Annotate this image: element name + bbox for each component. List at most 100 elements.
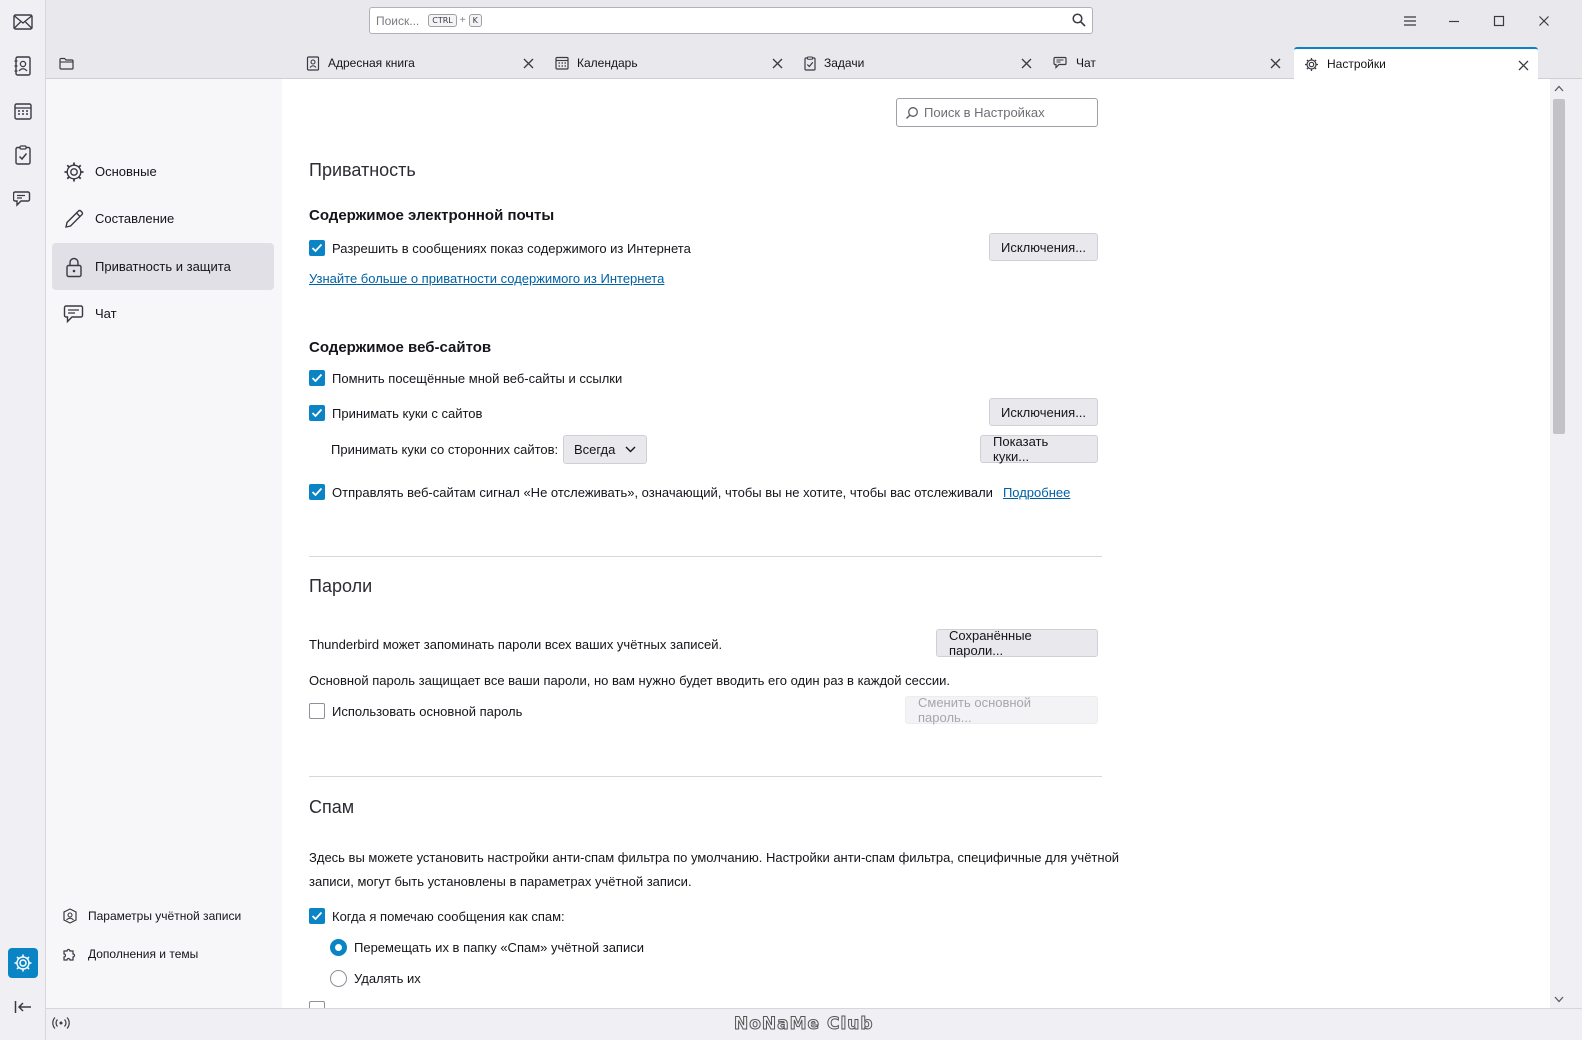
title-bar: Поиск... CTRL + K: [46, 0, 1582, 43]
privacy-heading: Приватность: [309, 160, 416, 180]
minimize-icon: [1448, 15, 1460, 27]
close-tab-icon[interactable]: [1516, 58, 1530, 72]
tab-label: Адресная книга: [328, 56, 415, 70]
third-party-cookies-select[interactable]: Всегда: [563, 435, 648, 464]
tasks-space-button[interactable]: [8, 140, 38, 170]
close-tab-icon[interactable]: [1268, 56, 1282, 70]
move-to-spam-radio[interactable]: Перемещать их в папку «Спам» учётной зап…: [330, 939, 644, 956]
tab-tasks[interactable]: Задачи: [794, 47, 1041, 79]
account-icon: [60, 908, 80, 924]
radio-selected[interactable]: [330, 939, 347, 956]
settings-content: Основные Составление Приватность и защит…: [46, 79, 1550, 1017]
gear-icon: [1304, 57, 1319, 72]
category-label: Чат: [95, 306, 117, 321]
vertical-scrollbar[interactable]: [1550, 79, 1568, 1008]
accept-cookies-label: Принимать куки с сайтов: [332, 405, 483, 421]
category-label: Приватность и защита: [95, 259, 231, 274]
tab-address-book[interactable]: Адресная книга: [296, 47, 543, 79]
close-icon: [1538, 15, 1550, 27]
primary-password-description: Основной пароль защищает все ваши пароли…: [309, 673, 951, 688]
settings-search-input[interactable]: Поиск в Настройках: [896, 98, 1098, 127]
checkbox-checked[interactable]: [309, 484, 325, 500]
delete-spam-radio[interactable]: Удалять их: [330, 970, 421, 987]
do-not-track-checkbox[interactable]: Отправлять веб-сайтам сигнал «Не отслежи…: [309, 484, 1070, 500]
address-book-icon: [306, 55, 320, 71]
checkbox-checked[interactable]: [309, 405, 325, 421]
category-label: Составление: [95, 211, 175, 226]
show-cookies-button[interactable]: Показать куки...: [980, 434, 1098, 464]
spam-heading: Спам: [309, 797, 355, 817]
search-icon[interactable]: [1072, 13, 1086, 27]
tab-chat[interactable]: Чат: [1043, 47, 1290, 79]
spam-description-line2: записи, могут быть установлены в парамет…: [309, 874, 692, 889]
saved-passwords-button[interactable]: Сохранённые пароли...: [936, 628, 1098, 658]
checkbox-checked[interactable]: [309, 370, 325, 386]
remember-history-label: Помнить посещённые мной веб-сайты и ссыл…: [332, 370, 623, 386]
search-icon: [905, 106, 919, 120]
accept-cookies-checkbox[interactable]: Принимать куки с сайтов: [309, 405, 482, 421]
tab-label: Чат: [1076, 56, 1096, 70]
mail-space-button[interactable]: [8, 7, 38, 37]
mark-as-spam-checkbox[interactable]: Когда я помечаю сообщения как спам:: [309, 908, 565, 924]
minimize-button[interactable]: [1434, 7, 1474, 35]
remember-history-checkbox[interactable]: Помнить посещённые мной веб-сайты и ссыл…: [309, 370, 622, 386]
cookie-exceptions-button[interactable]: Исключения...: [989, 398, 1098, 426]
close-tab-icon[interactable]: [770, 56, 784, 70]
radio-unselected[interactable]: [330, 970, 347, 987]
tab-label: Календарь: [577, 56, 638, 70]
category-chat[interactable]: Чат: [52, 290, 274, 337]
section-divider: [309, 776, 1102, 777]
spaces-toolbar: [0, 0, 46, 1040]
calendar-icon: [555, 56, 569, 70]
online-status-icon[interactable]: [52, 1016, 70, 1030]
scroll-up-icon[interactable]: [1553, 82, 1565, 94]
close-tab-icon[interactable]: [1019, 56, 1033, 70]
account-settings-link[interactable]: Параметры учётной записи: [60, 908, 241, 924]
app-menu-button[interactable]: [1390, 7, 1430, 35]
scroll-down-icon[interactable]: [1553, 993, 1565, 1005]
folder-icon: [59, 57, 74, 70]
allow-remote-content-checkbox[interactable]: Разрешить в сообщениях показ содержимого…: [309, 240, 691, 256]
tab-settings[interactable]: Настройки: [1294, 47, 1538, 79]
tasks-icon: [15, 145, 31, 165]
ctrl-key-badge: CTRL: [428, 14, 457, 27]
change-primary-password-button[interactable]: Сменить основной пароль...: [905, 695, 1098, 725]
close-window-button[interactable]: [1524, 7, 1564, 35]
checkbox-checked[interactable]: [309, 908, 325, 924]
third-party-cookies-value: Всегда: [574, 442, 616, 457]
hamburger-menu-icon: [1403, 15, 1417, 27]
category-general[interactable]: Основные: [52, 148, 274, 195]
category-privacy[interactable]: Приватность и защита: [52, 243, 274, 290]
category-composition[interactable]: Составление: [52, 195, 274, 242]
lock-icon: [62, 256, 86, 278]
chat-space-button[interactable]: [8, 184, 38, 214]
calendar-space-button[interactable]: [8, 96, 38, 126]
category-label: Основные: [95, 164, 157, 179]
tab-calendar[interactable]: Календарь: [545, 47, 792, 79]
section-divider: [309, 556, 1102, 557]
mark-as-spam-label: Когда я помечаю сообщения как спам:: [332, 908, 565, 924]
collapse-spaces-button[interactable]: [8, 992, 38, 1022]
chat-icon: [13, 190, 33, 208]
close-tab-icon[interactable]: [521, 56, 535, 70]
move-to-spam-label: Перемещать их в папку «Спам» учётной зап…: [354, 940, 644, 955]
do-not-track-learn-more-link[interactable]: Подробнее: [1003, 485, 1070, 500]
tab-mail[interactable]: [46, 47, 86, 79]
settings-search-placeholder: Поиск в Настройках: [924, 105, 1045, 120]
remote-content-exceptions-button[interactable]: Исключения...: [989, 233, 1098, 261]
web-content-heading: Содержимое веб-сайтов: [309, 339, 492, 356]
spam-description-line1: Здесь вы можете установить настройки ант…: [309, 850, 1120, 865]
scrollbar-thumb[interactable]: [1553, 99, 1565, 434]
use-primary-password-checkbox[interactable]: Использовать основной пароль: [309, 703, 522, 719]
maximize-button[interactable]: [1479, 7, 1519, 35]
chat-icon: [62, 303, 86, 325]
address-book-space-button[interactable]: [8, 51, 38, 81]
checkbox-checked[interactable]: [309, 240, 325, 256]
chevron-down-icon: [625, 446, 636, 453]
global-search-input[interactable]: Поиск... CTRL + K: [369, 7, 1093, 34]
addons-themes-link[interactable]: Дополнения и темы: [60, 946, 198, 962]
k-key-badge: K: [468, 14, 482, 27]
learn-more-remote-content-link[interactable]: Узнайте больше о приватности содержимого…: [309, 271, 664, 286]
settings-space-button[interactable]: [8, 948, 38, 978]
checkbox-unchecked[interactable]: [309, 703, 325, 719]
